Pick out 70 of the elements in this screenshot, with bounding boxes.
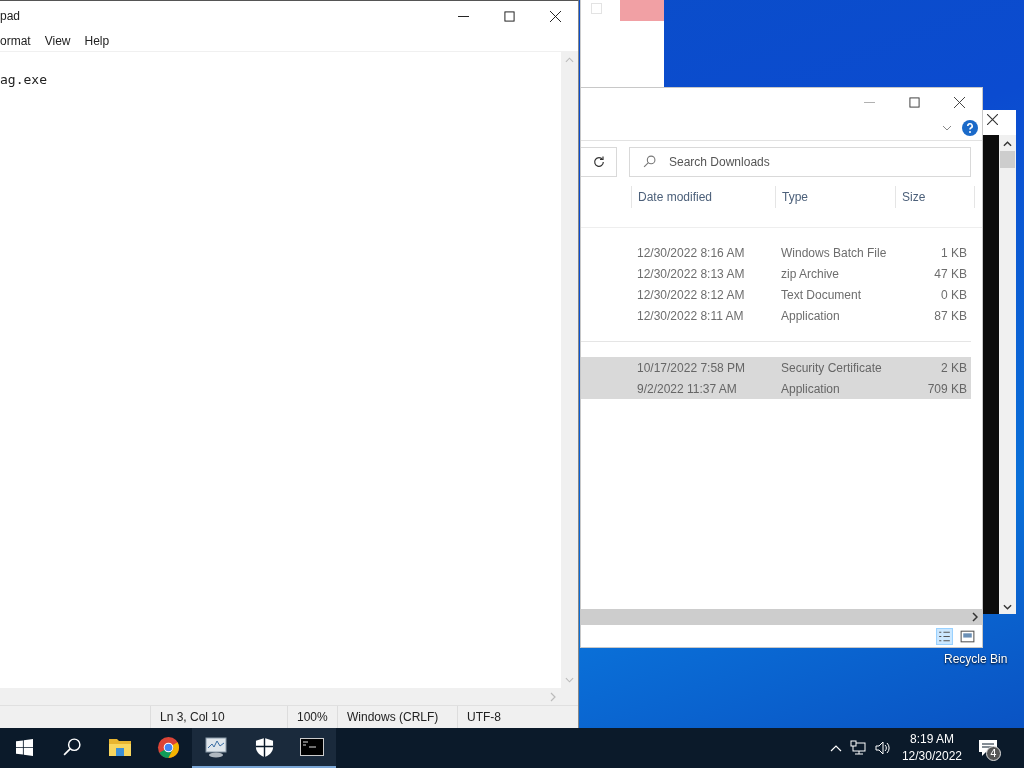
details-view-icon[interactable] xyxy=(936,627,953,645)
clock-date: 12/30/2022 xyxy=(901,748,962,765)
file-row[interactable]: 12/30/2022 8:11 AM Application 87 KB xyxy=(581,305,971,326)
type-cell-text: Application xyxy=(781,308,841,323)
size-cell-text: 0 KB xyxy=(940,287,967,302)
date-cell-text: 12/30/2022 8:16 AM xyxy=(637,245,746,260)
performance-monitor-icon xyxy=(204,736,228,758)
size-cell-text: 1 KB xyxy=(940,245,967,260)
help-icon[interactable] xyxy=(962,120,978,136)
scrollbar-thumb[interactable] xyxy=(1000,151,1015,168)
size-cell-text: 87 KB xyxy=(933,308,967,323)
size-cell-text: 2 KB xyxy=(940,360,967,375)
menu-item[interactable]: ormat xyxy=(0,34,31,48)
type-cell-text: Application xyxy=(781,381,841,396)
notification-count: 4 xyxy=(986,746,1001,761)
chevron-down-icon[interactable] xyxy=(942,125,952,131)
scrollbar[interactable] xyxy=(999,135,1016,614)
file-row[interactable]: 12/30/2022 8:12 AM Text Document 0 KB xyxy=(581,284,971,305)
maximize-icon[interactable] xyxy=(909,96,920,108)
close-icon[interactable] xyxy=(550,10,561,22)
refresh-button[interactable] xyxy=(581,147,617,177)
chevron-up-icon[interactable] xyxy=(829,744,842,752)
size-cell-text: 709 KB xyxy=(926,381,967,396)
size-cell-text: 47 KB xyxy=(933,266,967,281)
file-row[interactable]: 9/2/2022 11:37 AM Application 709 KB xyxy=(581,378,971,399)
close-icon[interactable] xyxy=(954,96,965,108)
maximize-icon[interactable] xyxy=(504,10,515,22)
horizontal-scrollbar[interactable] xyxy=(0,688,578,705)
folder-icon xyxy=(108,737,132,757)
type-cell-text: Text Document xyxy=(781,287,863,302)
status-field: UTF-8 xyxy=(458,706,578,728)
horizontal-scrollbar[interactable] xyxy=(581,609,982,625)
taskbar-app-button[interactable] xyxy=(192,728,240,768)
column-header[interactable]: Size xyxy=(895,186,975,208)
column-header[interactable]: Date modified xyxy=(631,186,775,208)
search-icon xyxy=(643,155,656,168)
date-cell-text: 9/2/2022 11:37 AM xyxy=(637,381,738,396)
clock[interactable]: 8:19 AM 12/30/2022 xyxy=(901,731,962,765)
type-cell-text: zip Archive xyxy=(781,266,841,281)
caret-right-icon[interactable] xyxy=(972,612,978,622)
menu-item[interactable]: Help xyxy=(84,34,110,48)
window-title: pad xyxy=(0,9,22,23)
menu-item[interactable]: View xyxy=(44,34,71,48)
editor-text: ag.exe xyxy=(0,72,47,87)
date-cell-text: 12/30/2022 8:12 AM xyxy=(637,287,746,302)
desktop-icon-label[interactable]: Recycle Bin xyxy=(944,652,1008,666)
file-row[interactable]: 10/17/2022 7:58 PM Security Certificate 2 KB xyxy=(581,357,971,378)
network-icon[interactable] xyxy=(849,740,866,756)
column-header[interactable]: Type xyxy=(775,186,895,208)
refresh-icon xyxy=(592,156,605,168)
taskbar-app-button[interactable] xyxy=(288,728,336,768)
file-row[interactable]: 12/30/2022 8:13 AM zip Archive 47 KB xyxy=(581,263,971,284)
search-icon xyxy=(63,738,81,756)
caret-down-icon[interactable] xyxy=(1003,604,1012,610)
date-cell-text: 12/30/2022 8:11 AM xyxy=(637,308,745,323)
text-editor[interactable]: ag.exe xyxy=(0,52,561,688)
chrome-icon xyxy=(156,735,180,759)
shield-icon xyxy=(254,736,274,758)
date-cell-text: 10/17/2022 7:58 PM xyxy=(637,360,747,375)
file-row[interactable]: 12/30/2022 8:16 AM Windows Batch File 1 KB xyxy=(581,242,971,263)
type-cell-text: Windows Batch File xyxy=(781,245,888,260)
terminal-icon xyxy=(300,738,324,756)
clock-time: 8:19 AM xyxy=(909,731,954,748)
close-icon[interactable] xyxy=(987,114,998,125)
windows-logo-icon xyxy=(15,738,33,756)
caret-up-icon[interactable] xyxy=(1003,141,1012,147)
speaker-icon[interactable] xyxy=(873,740,890,756)
date-cell-text: 12/30/2022 8:13 AM xyxy=(637,266,746,281)
search-field[interactable]: Search Downloads xyxy=(629,147,971,177)
type-cell-text: Security Certificate xyxy=(781,360,883,375)
